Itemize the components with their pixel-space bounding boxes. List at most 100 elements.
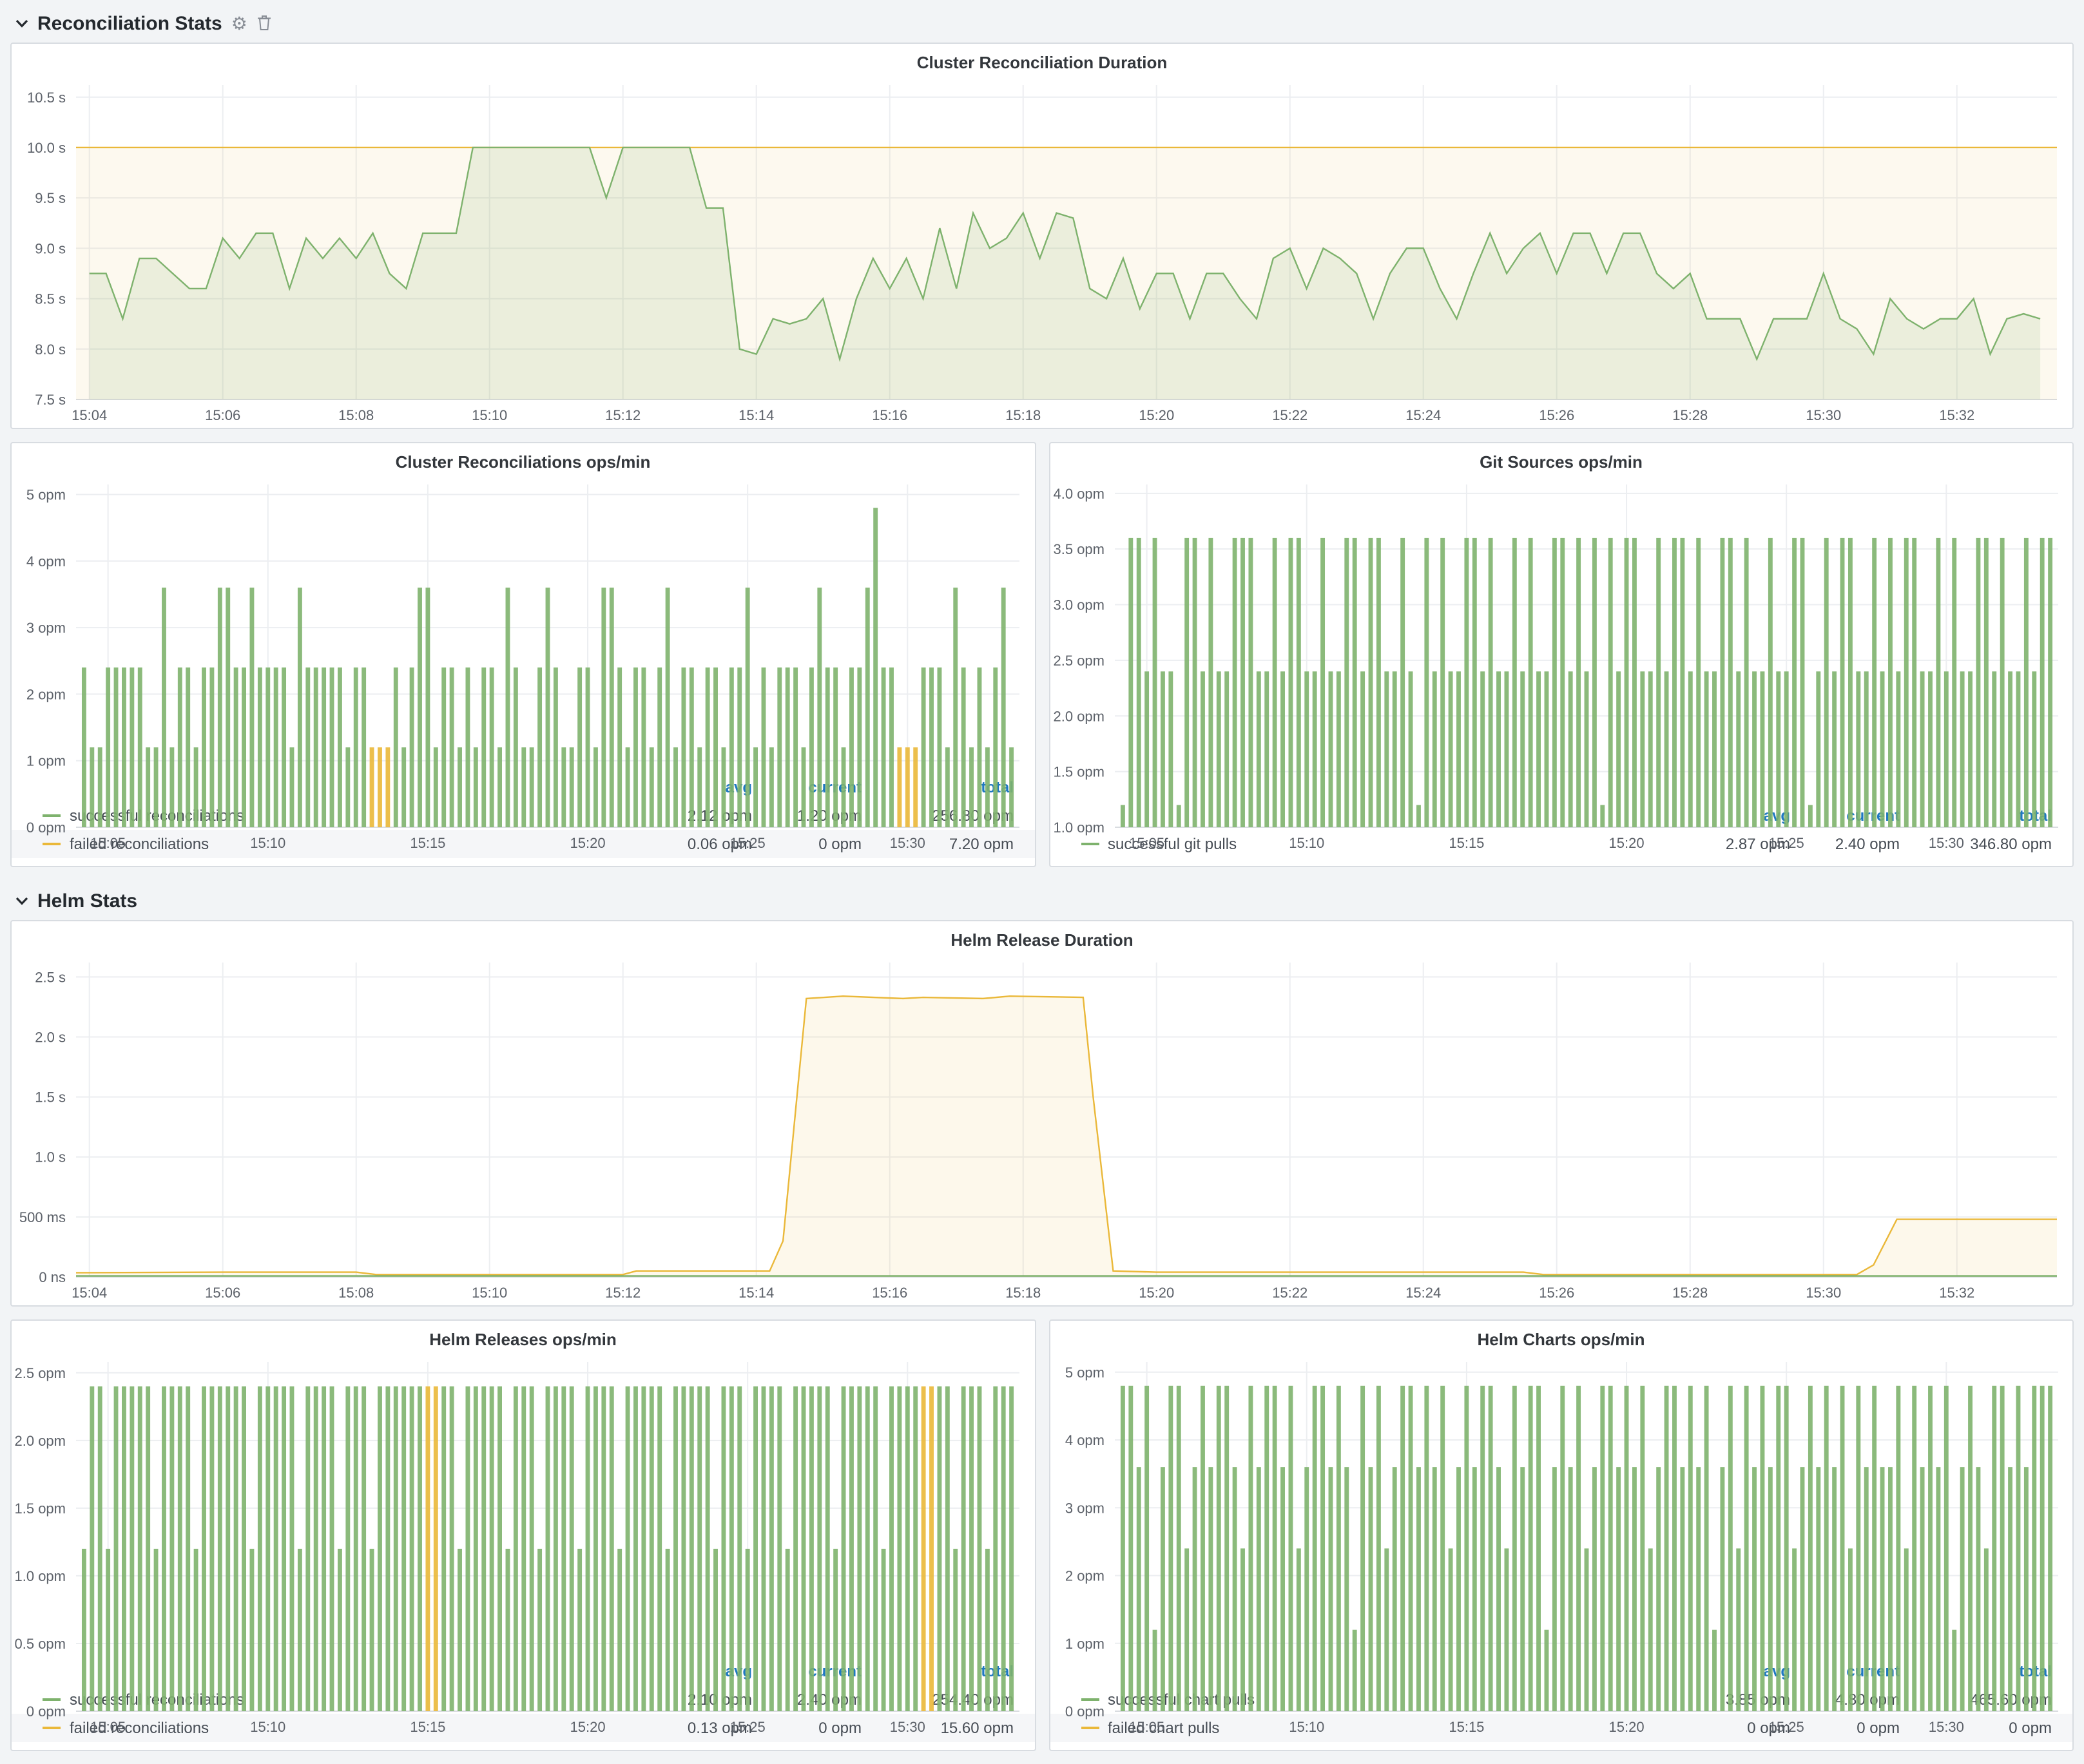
svg-text:15:30: 15:30	[1928, 835, 1963, 851]
svg-text:15:28: 15:28	[1672, 1285, 1708, 1301]
panel-title[interactable]: Helm Release Duration	[12, 921, 2072, 952]
svg-text:15:25: 15:25	[730, 835, 766, 851]
series-color-dash-icon	[1081, 1698, 1099, 1701]
svg-text:15:25: 15:25	[1768, 1719, 1804, 1735]
svg-text:15:12: 15:12	[605, 407, 641, 423]
svg-text:15:20: 15:20	[1139, 1285, 1174, 1301]
cluster-reconciliation-duration-chart[interactable]: 15:0415:0615:0815:1015:1215:1415:1615:18…	[12, 75, 2072, 428]
svg-text:15:15: 15:15	[410, 835, 445, 851]
svg-text:15:22: 15:22	[1272, 1285, 1307, 1301]
panel-title[interactable]: Cluster Reconciliation Duration	[12, 44, 2072, 75]
svg-text:15:06: 15:06	[205, 1285, 240, 1301]
svg-text:1.5 s: 1.5 s	[35, 1089, 66, 1106]
panel-cluster-reconciliation-duration: Cluster Reconciliation Duration 15:04 15:…	[10, 43, 2074, 429]
svg-text:500 ms: 500 ms	[19, 1209, 66, 1225]
section-title[interactable]: Reconciliation Stats	[37, 12, 222, 34]
svg-text:15:10: 15:10	[472, 407, 507, 423]
svg-text:15:12: 15:12	[605, 1285, 641, 1301]
svg-text:8.5 s: 8.5 s	[35, 291, 66, 307]
svg-text:15:05: 15:05	[1128, 1719, 1164, 1735]
svg-text:15:24: 15:24	[1405, 1285, 1441, 1301]
svg-text:2 opm: 2 opm	[1065, 1568, 1104, 1584]
panel-title[interactable]: Cluster Reconciliations ops/min	[12, 443, 1034, 474]
svg-text:7.5 s: 7.5 s	[35, 392, 66, 408]
svg-text:4 opm: 4 opm	[1065, 1432, 1104, 1448]
svg-text:15:20: 15:20	[1608, 835, 1644, 851]
svg-text:1.0 s: 1.0 s	[35, 1149, 66, 1165]
svg-text:9.5 s: 9.5 s	[35, 190, 66, 206]
section-header-reconciliation-stats: Reconciliation Stats ⚙	[10, 3, 2074, 43]
svg-text:2.5 s: 2.5 s	[35, 969, 66, 985]
gear-icon[interactable]: ⚙	[231, 14, 247, 32]
svg-text:15:30: 15:30	[890, 1719, 925, 1735]
cluster-reconciliations-ops-chart[interactable]: 15:0515:1015:1515:2015:2515:300 opm1 opm…	[12, 474, 1034, 771]
svg-text:3.0 opm: 3.0 opm	[1053, 597, 1105, 613]
svg-text:0 opm: 0 opm	[1065, 1703, 1104, 1720]
svg-text:2.5 opm: 2.5 opm	[1053, 653, 1105, 669]
svg-text:15:04: 15:04	[72, 407, 107, 423]
svg-text:1.0 opm: 1.0 opm	[15, 1568, 66, 1584]
svg-text:15:10: 15:10	[1288, 1719, 1324, 1735]
helm-releases-ops-chart[interactable]: 15:0515:1015:1515:2015:2515:300 opm0.5 o…	[12, 1352, 1034, 1654]
svg-text:5 opm: 5 opm	[26, 486, 66, 503]
section-header-helm-stats: Helm Stats	[10, 880, 2074, 920]
chevron-down-icon[interactable]	[15, 889, 28, 912]
svg-text:15:20: 15:20	[1608, 1719, 1644, 1735]
series-color-dash-icon	[43, 843, 61, 845]
chart-canvas[interactable]: 15:0415:0615:0815:1015:1215:1415:1615:18…	[12, 75, 2072, 428]
panel-helm-release-duration: Helm Release Duration 15:04 15:06 15:08 15:…	[10, 920, 2074, 1307]
section-title[interactable]: Helm Stats	[37, 890, 137, 912]
svg-text:1 opm: 1 opm	[26, 753, 66, 769]
svg-text:2.5 opm: 2.5 opm	[15, 1365, 66, 1381]
panel-helm-releases-ops: Helm Releases ops/min 15:0515:1015:1515:…	[10, 1319, 1036, 1751]
svg-text:15:08: 15:08	[338, 1285, 374, 1301]
svg-text:4 opm: 4 opm	[26, 553, 66, 570]
chart-canvas[interactable]: 15:0515:1015:1515:2015:2515:300 opm0.5 o…	[12, 1352, 1035, 1740]
svg-text:15:20: 15:20	[570, 1719, 606, 1735]
svg-text:10.0 s: 10.0 s	[27, 140, 66, 156]
svg-text:2 opm: 2 opm	[26, 686, 66, 702]
svg-text:15:14: 15:14	[738, 407, 774, 423]
svg-text:15:20: 15:20	[1139, 407, 1174, 423]
svg-text:15:26: 15:26	[1539, 1285, 1574, 1301]
panel-title[interactable]: Helm Releases ops/min	[12, 1321, 1034, 1352]
svg-text:3.5 opm: 3.5 opm	[1053, 541, 1105, 557]
svg-text:15:22: 15:22	[1272, 407, 1307, 423]
svg-text:8.0 s: 8.0 s	[35, 341, 66, 358]
svg-text:9.0 s: 9.0 s	[35, 240, 66, 256]
panel-title[interactable]: Helm Charts ops/min	[1050, 1321, 2072, 1352]
series-color-dash-icon	[1081, 1727, 1099, 1729]
svg-text:3 opm: 3 opm	[26, 620, 66, 636]
series-color-dash-icon	[1081, 843, 1099, 845]
svg-text:15:08: 15:08	[338, 407, 374, 423]
chart-canvas[interactable]: 15:0515:1015:1515:2015:2515:300 opm1 opm…	[1050, 1352, 2073, 1740]
panel-title[interactable]: Git Sources ops/min	[1050, 443, 2072, 474]
svg-text:0 ns: 0 ns	[39, 1269, 66, 1285]
panel-cluster-reconciliations-ops: Cluster Reconciliations ops/min 15:0515:…	[10, 442, 1036, 867]
svg-text:15:20: 15:20	[570, 835, 606, 851]
svg-text:15:04: 15:04	[72, 1285, 107, 1301]
chart-canvas[interactable]: 15:0415:0615:0815:1015:1215:1415:1615:18…	[12, 952, 2072, 1305]
chart-canvas[interactable]: 15:0515:1015:1515:2015:2515:300 opm1 opm…	[12, 474, 1035, 856]
svg-text:15:28: 15:28	[1672, 407, 1708, 423]
svg-text:1 opm: 1 opm	[1065, 1636, 1104, 1652]
svg-text:15:14: 15:14	[738, 1285, 774, 1301]
series-color-dash-icon	[43, 1698, 61, 1701]
svg-text:0 opm: 0 opm	[26, 820, 66, 836]
helm-charts-ops-chart[interactable]: 15:0515:1015:1515:2015:2515:300 opm1 opm…	[1050, 1352, 2072, 1654]
helm-release-duration-chart[interactable]: 15:0415:0615:0815:1015:1215:1415:1615:18…	[12, 952, 2072, 1305]
svg-text:15:18: 15:18	[1005, 1285, 1041, 1301]
svg-text:15:30: 15:30	[1806, 1285, 1841, 1301]
chart-canvas[interactable]: 15:0515:1015:1515:2015:2515:301.0 opm1.5…	[1050, 474, 2073, 856]
svg-text:15:06: 15:06	[205, 407, 240, 423]
svg-text:15:18: 15:18	[1005, 407, 1041, 423]
svg-text:15:15: 15:15	[1448, 835, 1483, 851]
svg-text:2.0 s: 2.0 s	[35, 1029, 66, 1045]
chevron-down-icon[interactable]	[15, 12, 28, 35]
git-sources-ops-chart[interactable]: 15:0515:1015:1515:2015:2515:301.0 opm1.5…	[1050, 474, 2072, 799]
svg-text:15:16: 15:16	[872, 1285, 907, 1301]
svg-text:15:15: 15:15	[410, 1719, 445, 1735]
svg-text:3 opm: 3 opm	[1065, 1500, 1104, 1516]
svg-text:15:25: 15:25	[1768, 835, 1804, 851]
trash-icon[interactable]	[256, 14, 272, 33]
